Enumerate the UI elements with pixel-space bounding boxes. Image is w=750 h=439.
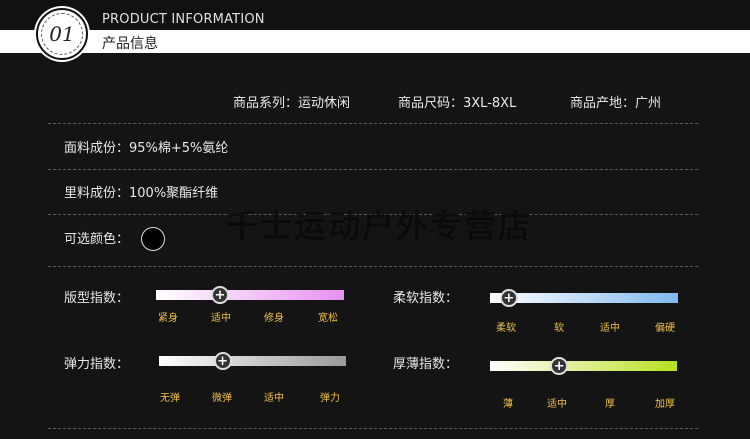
- fit-index-label: 版型指数：: [64, 291, 130, 306]
- lining-composition: 里料成份：100%聚酯纤维: [64, 186, 219, 201]
- fit-tick: 修身: [264, 313, 284, 324]
- product-size: 商品尺码：3XL-8XL: [398, 96, 517, 111]
- color-swatch-black[interactable]: [141, 227, 165, 251]
- thickness-index-label: 厚薄指数：: [393, 357, 459, 372]
- fit-tick: 宽松: [318, 313, 338, 324]
- section-title-en: PRODUCT INFORMATION: [102, 12, 265, 27]
- badge-number: 01: [41, 13, 83, 55]
- thickness-index-bar: [490, 361, 677, 371]
- divider: [48, 266, 698, 267]
- product-origin: 商品产地：广州: [570, 96, 662, 111]
- fit-tick: 紧身: [158, 313, 178, 324]
- softness-tick: 适中: [600, 323, 620, 334]
- softness-tick: 偏硬: [655, 323, 675, 334]
- store-watermark: 千士运动户外专营店: [226, 207, 533, 245]
- elasticity-tick: 无弹: [160, 393, 180, 404]
- section-title-cn: 产品信息: [102, 36, 158, 52]
- divider: [48, 428, 698, 429]
- thickness-tick: 适中: [547, 399, 567, 410]
- product-series: 商品系列：运动休闲: [233, 96, 351, 111]
- divider: [48, 169, 698, 170]
- thickness-index-knob: +: [550, 357, 569, 375]
- available-colors-label: 可选颜色：: [64, 232, 130, 247]
- softness-tick: 柔软: [496, 323, 516, 334]
- fit-index-bar: [156, 290, 344, 300]
- elasticity-index-label: 弹力指数：: [64, 357, 130, 372]
- thickness-tick: 加厚: [655, 399, 675, 410]
- thickness-tick: 薄: [503, 399, 513, 410]
- divider: [48, 123, 698, 124]
- elasticity-tick: 弹力: [320, 393, 340, 404]
- elasticity-tick: 适中: [264, 393, 284, 404]
- fabric-composition: 面料成份：95%棉+5%氨纶: [64, 141, 229, 156]
- softness-index-label: 柔软指数：: [393, 291, 459, 306]
- elasticity-tick: 微弹: [212, 393, 232, 404]
- softness-index-bar: [490, 293, 678, 303]
- softness-index-knob: +: [499, 289, 518, 307]
- thickness-tick: 厚: [605, 399, 615, 410]
- fit-tick: 适中: [211, 313, 231, 324]
- elasticity-index-knob: +: [213, 352, 232, 370]
- elasticity-index-bar: [159, 356, 346, 366]
- softness-tick: 软: [554, 323, 564, 334]
- section-badge: 01: [36, 8, 88, 60]
- fit-index-knob: +: [210, 286, 229, 304]
